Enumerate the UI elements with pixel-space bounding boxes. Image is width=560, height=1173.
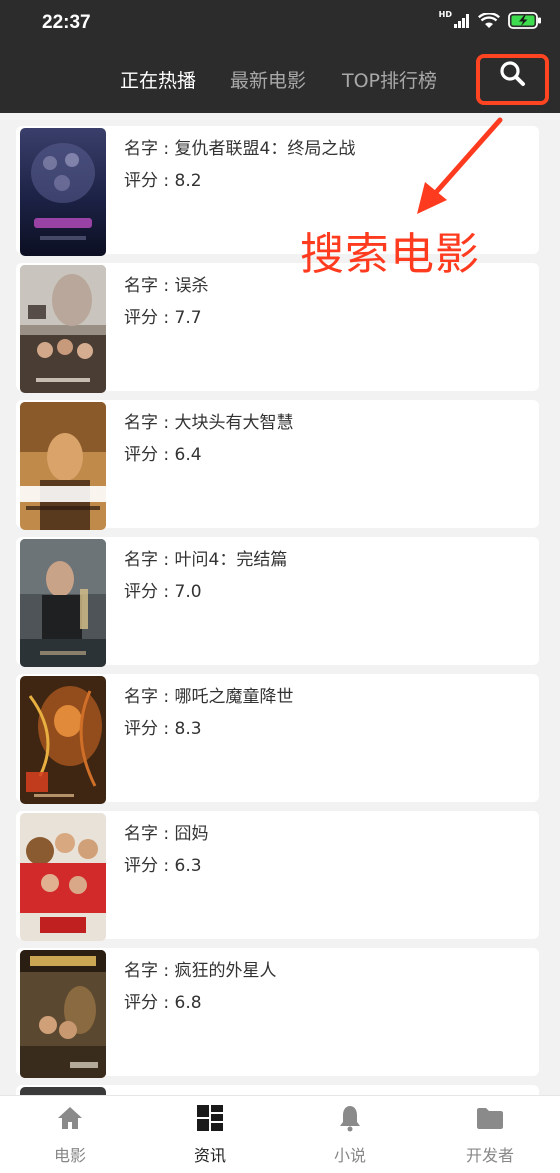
top-navigation: 正在热播 最新电影 TOP排行榜 [0, 46, 560, 113]
signal-icon [454, 13, 469, 28]
movie-name: 囧妈 [174, 824, 209, 844]
battery-charging-icon [508, 12, 541, 29]
movie-card-partial[interactable] [16, 1085, 539, 1095]
movie-rating: 7.0 [174, 582, 202, 602]
movie-rating: 6.3 [174, 856, 202, 876]
movie-name: 大块头有大智慧 [174, 413, 294, 433]
name-label: 名字 : [124, 550, 175, 570]
movie-info: 名字 : 大块头有大智慧 评分 : 6.4 [124, 408, 294, 472]
movie-poster [20, 813, 106, 941]
movie-name: 误杀 [174, 276, 209, 296]
nav-developer[interactable]: 开发者 [420, 1096, 560, 1173]
movie-rating-row: 评分 : 6.3 [124, 851, 209, 883]
movie-card[interactable]: 名字 : 叶问4：完结篇 评分 : 7.0 [16, 537, 539, 667]
name-label: 名字 : [124, 687, 175, 707]
movie-name: 复仇者联盟4：终局之战 [174, 139, 356, 159]
movie-rating-row: 评分 : 7.7 [124, 303, 209, 335]
movie-poster [20, 128, 106, 256]
movie-rating: 8.2 [174, 171, 202, 191]
nav-novels-label: 小说 [333, 1146, 366, 1165]
name-label: 名字 : [124, 824, 175, 844]
movie-info: 名字 : 哪吒之魔童降世 评分 : 8.3 [124, 682, 294, 746]
name-label: 名字 : [124, 139, 175, 159]
bell-icon [340, 1106, 360, 1132]
nav-news-label: 资讯 [193, 1146, 226, 1165]
movie-poster [20, 1087, 106, 1095]
rating-label: 评分 : [124, 856, 175, 876]
grid-icon [197, 1105, 223, 1131]
nav-movies[interactable]: 电影 [0, 1096, 140, 1173]
nav-developer-label: 开发者 [465, 1146, 514, 1165]
folder-icon [477, 1108, 503, 1129]
movie-name-row: 名字 : 疯狂的外星人 [124, 956, 277, 988]
nav-novels[interactable]: 小说 [280, 1096, 420, 1173]
movie-rating-row: 评分 : 8.2 [124, 166, 355, 198]
rating-label: 评分 : [124, 308, 175, 328]
movie-poster [20, 402, 106, 530]
status-time: 22:37 [42, 12, 91, 33]
movie-name: 叶问4：完结篇 [174, 550, 288, 570]
movie-rating-row: 评分 : 7.0 [124, 577, 287, 609]
movie-info: 名字 : 囧妈 评分 : 6.3 [124, 819, 209, 883]
movie-info: 名字 : 误杀 评分 : 7.7 [124, 271, 209, 335]
movie-info: 名字 : 疯狂的外星人 评分 : 6.8 [124, 956, 277, 1020]
nav-movies-label: 电影 [53, 1146, 86, 1165]
movie-rating: 8.3 [174, 719, 202, 739]
movie-name-row: 名字 : 大块头有大智慧 [124, 408, 294, 440]
nav-news[interactable]: 资讯 [140, 1096, 280, 1173]
movie-poster [20, 265, 106, 393]
movie-poster [20, 950, 106, 1078]
tab-top-ranking[interactable]: TOP排行榜 [342, 66, 437, 93]
movie-info: 名字 : 复仇者联盟4：终局之战 评分 : 8.2 [124, 134, 355, 198]
annotation-label: 搜索电影 [300, 229, 480, 280]
movie-card[interactable]: 名字 : 大块头有大智慧 评分 : 6.4 [16, 400, 539, 530]
movie-rating-row: 评分 : 6.8 [124, 988, 277, 1020]
bottom-navigation: 电影 资讯 小说 开发者 [0, 1095, 560, 1173]
tab-now-playing[interactable]: 正在热播 [120, 66, 196, 93]
rating-label: 评分 : [124, 445, 175, 465]
movie-name-row: 名字 : 哪吒之魔童降世 [124, 682, 294, 714]
rating-label: 评分 : [124, 719, 175, 739]
movie-card[interactable]: 名字 : 疯狂的外星人 评分 : 6.8 [16, 948, 539, 1078]
movie-poster [20, 539, 106, 667]
movie-rating: 6.8 [174, 993, 202, 1013]
movie-poster [20, 676, 106, 804]
movie-card[interactable]: 名字 : 囧妈 评分 : 6.3 [16, 811, 539, 941]
home-icon [58, 1107, 82, 1129]
movie-card[interactable]: 名字 : 哪吒之魔童降世 评分 : 8.3 [16, 674, 539, 804]
movie-name-row: 名字 : 复仇者联盟4：终局之战 [124, 134, 355, 166]
name-label: 名字 : [124, 413, 175, 433]
rating-label: 评分 : [124, 582, 175, 602]
movie-rating-row: 评分 : 6.4 [124, 440, 294, 472]
status-bar: 22:37 HD [0, 0, 560, 46]
rating-label: 评分 : [124, 993, 175, 1013]
movie-name: 哪吒之魔童降世 [174, 687, 294, 707]
movie-rating: 6.4 [174, 445, 202, 465]
movie-info: 名字 : 叶问4：完结篇 评分 : 7.0 [124, 545, 287, 609]
movie-name-row: 名字 : 误杀 [124, 271, 209, 303]
movie-rating: 7.7 [174, 308, 202, 328]
movie-name-row: 名字 : 叶问4：完结篇 [124, 545, 287, 577]
name-label: 名字 : [124, 961, 175, 981]
rating-label: 评分 : [124, 171, 175, 191]
search-icon [500, 61, 525, 86]
movie-rating-row: 评分 : 8.3 [124, 714, 294, 746]
movie-name-row: 名字 : 囧妈 [124, 819, 209, 851]
name-label: 名字 : [124, 276, 175, 296]
movie-name: 疯狂的外星人 [174, 961, 277, 981]
tab-latest-movies[interactable]: 最新电影 [230, 66, 306, 93]
movie-card[interactable]: 名字 : 误杀 评分 : 7.7 [16, 263, 539, 393]
network-type-label: HD [438, 10, 452, 19]
status-icons: HD [438, 10, 542, 29]
wifi-icon [478, 12, 500, 28]
search-button[interactable] [492, 56, 532, 96]
